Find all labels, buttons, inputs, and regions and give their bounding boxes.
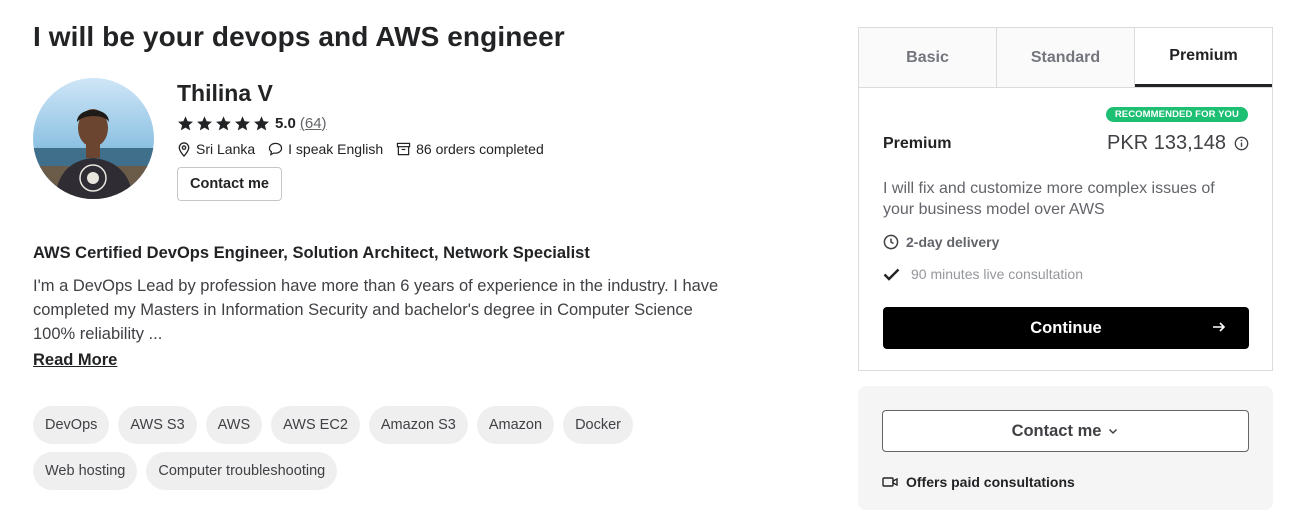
- seller-info: Thilina V 5.0 (64) Sri Lanka I speak Eng…: [177, 78, 557, 201]
- language-item: I speak English: [268, 141, 383, 157]
- gig-overview: I will be your devops and AWS engineer T…: [33, 20, 733, 490]
- delivery-time: 2-day delivery: [883, 234, 999, 250]
- box-icon: [396, 142, 411, 156]
- gig-title: I will be your devops and AWS engineer: [33, 21, 565, 52]
- tab-premium[interactable]: Premium: [1135, 28, 1272, 87]
- orders-item: 86 orders completed: [396, 141, 544, 157]
- contact-label: Contact me: [1011, 421, 1102, 440]
- package-panel: Basic Standard Premium RECOMMENDED FOR Y…: [858, 27, 1273, 371]
- speech-bubble-icon: [268, 142, 283, 156]
- arrow-right-icon: [1213, 322, 1226, 332]
- tag[interactable]: Amazon: [476, 406, 555, 444]
- check-icon: [883, 268, 900, 281]
- tag[interactable]: Amazon S3: [368, 406, 468, 444]
- contact-me-dropdown-button[interactable]: Contact me: [882, 410, 1249, 452]
- star-icon: [235, 115, 250, 130]
- seller-photo-icon: [33, 78, 154, 199]
- tag[interactable]: AWS: [205, 406, 263, 444]
- tab-standard[interactable]: Standard: [997, 28, 1135, 87]
- tag[interactable]: Docker: [563, 406, 633, 444]
- package-description: I will fix and customize more complex is…: [883, 180, 1215, 218]
- video-camera-icon: [882, 477, 898, 487]
- read-more-link[interactable]: Read More: [33, 351, 117, 370]
- star-icon: [178, 115, 193, 130]
- tag[interactable]: AWS S3: [118, 406, 197, 444]
- tag[interactable]: Computer troubleshooting: [146, 452, 338, 490]
- clock-icon: [883, 234, 899, 250]
- offers-text: Offers paid consultations: [906, 474, 1075, 490]
- orders-text: 86 orders completed: [416, 141, 544, 157]
- package-tabs: Basic Standard Premium: [859, 28, 1272, 88]
- seller-card: Thilina V 5.0 (64) Sri Lanka I speak Eng…: [33, 78, 733, 228]
- seller-name[interactable]: Thilina V: [177, 78, 557, 108]
- continue-label: Continue: [1030, 318, 1102, 337]
- gig-headline: AWS Certified DevOps Engineer, Solution …: [33, 244, 590, 262]
- location-pin-icon: [178, 141, 190, 157]
- star-icon: [254, 115, 269, 130]
- location-text: Sri Lanka: [196, 141, 256, 157]
- contact-me-button[interactable]: Contact me: [177, 167, 282, 201]
- info-icon[interactable]: [1234, 136, 1249, 151]
- star-icon: [216, 115, 231, 130]
- package-header: Premium PKR 133,148: [883, 132, 1249, 155]
- tag-row: Web hosting Computer troubleshooting: [33, 452, 733, 490]
- price: PKR 133,148: [1107, 132, 1249, 155]
- tag[interactable]: DevOps: [33, 406, 110, 444]
- rating-row: 5.0 (64): [177, 113, 557, 133]
- tag-list: DevOps AWS S3 AWS AWS EC2 Amazon S3 Amaz…: [33, 406, 733, 498]
- rating-stars: [177, 115, 272, 132]
- chevron-down-icon: [1109, 428, 1118, 435]
- tag[interactable]: AWS EC2: [271, 406, 360, 444]
- tab-basic[interactable]: Basic: [859, 28, 997, 87]
- gig-description: I'm a DevOps Lead by profession have mor…: [33, 277, 719, 343]
- feature-text: 90 minutes live consultation: [911, 266, 1083, 282]
- recommended-badge: RECOMMENDED FOR YOU: [1105, 107, 1248, 122]
- offers-consultations: Offers paid consultations: [882, 474, 1075, 490]
- delivery-text: 2-day delivery: [906, 234, 1000, 250]
- feature-item: 90 minutes live consultation: [883, 266, 1083, 282]
- package-name: Premium: [883, 134, 952, 152]
- location-item: Sri Lanka: [177, 141, 255, 157]
- tag[interactable]: Web hosting: [33, 452, 138, 490]
- reviews-count-link[interactable]: (64): [300, 115, 327, 132]
- language-text: I speak English: [288, 141, 384, 157]
- star-icon: [197, 115, 212, 130]
- tag-row: DevOps AWS S3 AWS AWS EC2 Amazon S3 Amaz…: [33, 406, 733, 444]
- price-value: PKR 133,148: [1107, 132, 1226, 154]
- contact-panel: Contact me Offers paid consultations: [858, 386, 1273, 510]
- seller-meta: Sri Lanka I speak English 86 orders comp…: [177, 140, 557, 158]
- avatar[interactable]: [33, 78, 154, 199]
- rating-value: 5.0: [275, 114, 296, 132]
- continue-button[interactable]: Continue: [883, 307, 1249, 349]
